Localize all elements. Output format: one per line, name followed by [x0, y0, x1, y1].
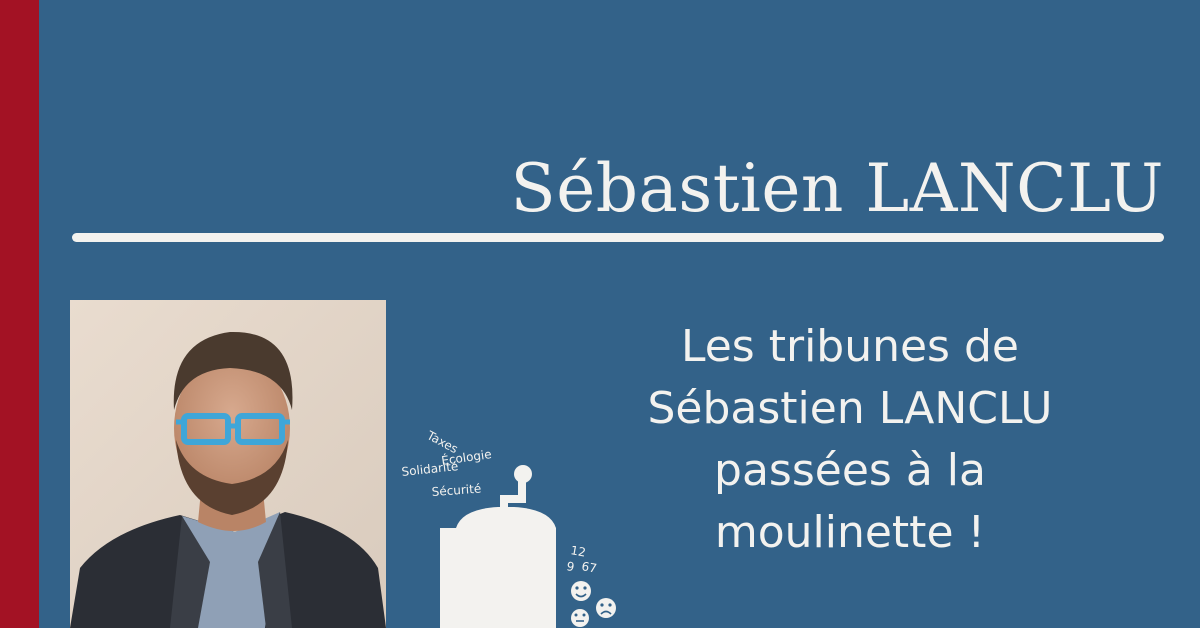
title-divider: [72, 233, 1164, 242]
number-9: 9: [565, 559, 575, 574]
tagline-line-1: Les tribunes de: [681, 321, 1019, 372]
accent-bar: [0, 0, 39, 628]
tagline-line-3: passées à la: [714, 445, 986, 496]
sad-face-icon: [596, 598, 616, 618]
neutral-face-icon: [571, 609, 589, 627]
page-title: Sébastien LANCLU: [510, 150, 1164, 227]
portrait-photo: [70, 300, 386, 628]
tagline-line-4: moulinette !: [714, 507, 986, 558]
word-securite: Sécurité: [431, 482, 481, 499]
number-12: 12: [569, 543, 586, 559]
grinder-body: [440, 528, 556, 628]
tagline-line-2: Sébastien LANCLU: [647, 383, 1053, 434]
happy-face-icon: [571, 581, 591, 601]
number-67: 67: [580, 559, 597, 575]
coffee-grinder-illustration: Taxes Écologie Solidarité Sécurité 12 9 …: [401, 428, 616, 628]
word-solidarite: Solidarité: [401, 459, 459, 479]
tagline: Les tribunes de Sébastien LANCLU passées…: [600, 316, 1100, 564]
